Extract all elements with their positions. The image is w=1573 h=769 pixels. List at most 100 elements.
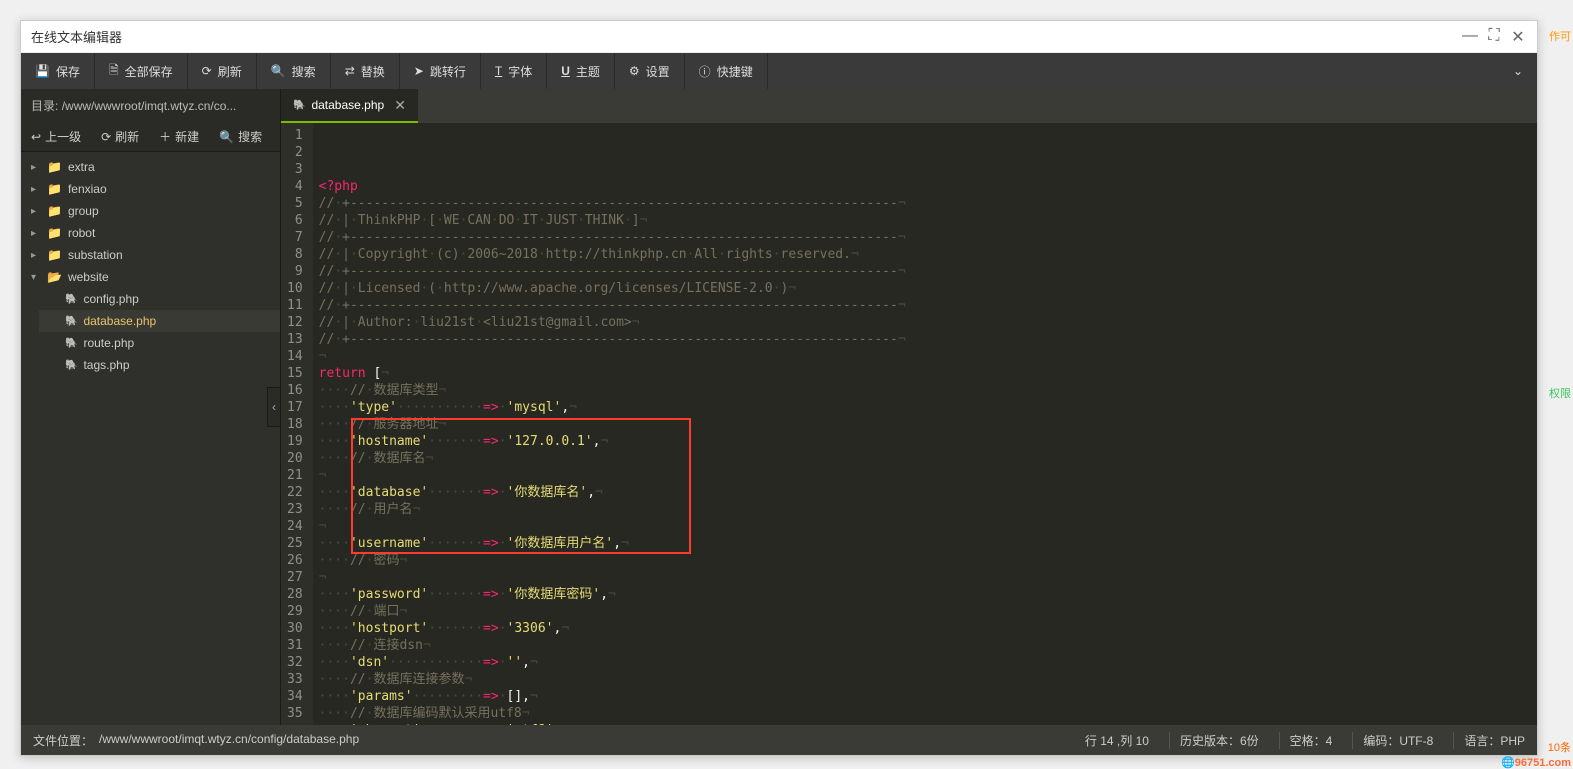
code-line[interactable]: //·+------------------------------------… xyxy=(319,195,1531,212)
code-content[interactable]: <?php//·+-------------------------------… xyxy=(313,123,1537,725)
tree-item-label: robot xyxy=(68,226,95,240)
minimize-button[interactable]: — xyxy=(1461,27,1479,47)
code-line[interactable]: //·+------------------------------------… xyxy=(319,297,1531,314)
file-item[interactable]: 🐘 database.php xyxy=(39,310,280,332)
new-button[interactable]: ＋新建 xyxy=(149,122,209,151)
folder-icon: 📂 xyxy=(47,270,62,284)
file-sidebar: 目录: /www/wwwroot/imqt.wtyz.cn/co... ↩上一级… xyxy=(21,89,281,725)
code-line[interactable]: ····'hostport'·······=>·'3306',¬ xyxy=(319,620,1531,637)
toolbar-collapse-button[interactable]: ⌄ xyxy=(1499,64,1537,78)
code-line[interactable]: //·+------------------------------------… xyxy=(319,263,1531,280)
dir-search-button[interactable]: 🔍搜索 xyxy=(209,122,272,151)
code-line[interactable]: //·|·Author:·liu21st·<liu21st@gmail.com>… xyxy=(319,314,1531,331)
editor-modal: 在线文本编辑器 — ⛶ ✕ 💾保存 🗎全部保存 ⟳刷新 🔍搜索 ⇄替换 ➤跳转行… xyxy=(20,20,1538,756)
search-icon: 🔍 xyxy=(271,64,286,78)
language-setting[interactable]: 语言：PHP xyxy=(1453,732,1525,749)
refresh-button[interactable]: ⟳刷新 xyxy=(188,53,257,89)
tab-database-php[interactable]: 🐘 database.php ✕ xyxy=(281,89,418,123)
code-line[interactable]: //·+------------------------------------… xyxy=(319,331,1531,348)
tree-item-label: database.php xyxy=(83,314,156,328)
code-line[interactable]: //·|·Licensed·(·http://www.apache.org/li… xyxy=(319,280,1531,297)
code-line[interactable]: ····//·服务器地址¬ xyxy=(319,416,1531,433)
refresh-icon: ⟳ xyxy=(202,64,212,78)
tree-item-label: tags.php xyxy=(83,358,129,372)
code-line[interactable]: ····'password'·······=>·'你数据库密码',¬ xyxy=(319,586,1531,603)
save-all-icon: 🗎 xyxy=(109,61,119,82)
folder-item[interactable]: ▸📁fenxiao xyxy=(21,178,280,200)
cursor-position[interactable]: 行 14 ,列 10 xyxy=(1075,732,1149,749)
indent-setting[interactable]: 空格：4 xyxy=(1279,732,1333,749)
tree-item-label: route.php xyxy=(83,336,134,350)
folder-icon: 📁 xyxy=(47,182,62,196)
font-icon: T xyxy=(495,64,502,78)
code-line[interactable]: ····'hostname'·······=>·'127.0.0.1',¬ xyxy=(319,433,1531,450)
status-bar: 文件位置： /www/wwwroot/imqt.wtyz.cn/config/d… xyxy=(21,725,1537,755)
encoding-setting[interactable]: 编码：UTF-8 xyxy=(1352,732,1433,749)
goto-button[interactable]: ➤跳转行 xyxy=(400,53,481,89)
folder-item[interactable]: ▸ 📁 robot xyxy=(21,222,280,244)
file-location-value: /www/wwwroot/imqt.wtyz.cn/config/databas… xyxy=(99,732,359,749)
font-button[interactable]: T字体 xyxy=(481,53,547,89)
up-button[interactable]: ↩上一级 xyxy=(21,122,91,151)
code-line[interactable]: ····'database'·······=>·'你数据库名',¬ xyxy=(319,484,1531,501)
code-editor[interactable]: 1234567891011121314151617181920212223242… xyxy=(281,123,1537,725)
file-item[interactable]: 🐘route.php xyxy=(39,332,280,354)
folder-item[interactable]: ▾📂website xyxy=(21,266,280,288)
file-item[interactable]: 🐘tags.php xyxy=(39,354,280,376)
code-line[interactable]: ····//·数据库类型¬ xyxy=(319,382,1531,399)
tab-close-button[interactable]: ✕ xyxy=(394,97,406,114)
code-line[interactable]: ¬ xyxy=(319,467,1531,484)
code-line[interactable]: ····'charset'········=>·'utf8',¬ xyxy=(319,722,1531,725)
shortcuts-button[interactable]: ⓘ快捷键 xyxy=(685,53,768,89)
directory-toolbar: ↩上一级 ⟳刷新 ＋新建 🔍搜索 xyxy=(21,122,280,152)
folder-item[interactable]: ▸📁extra xyxy=(21,156,280,178)
code-line[interactable]: ····'dsn'············=>·'',¬ xyxy=(319,654,1531,671)
code-line[interactable]: //·|·ThinkPHP·[·WE·CAN·DO·IT·JUST·THINK·… xyxy=(319,212,1531,229)
file-tree[interactable]: ▸📁extra▸📁fenxiao▸📁group▸📁robot▸📁substati… xyxy=(21,152,280,725)
tree-caret-icon: ▸ xyxy=(31,206,41,217)
replace-button[interactable]: ⇄替换 xyxy=(331,53,400,89)
folder-icon: 📁 xyxy=(47,160,62,174)
dir-refresh-button[interactable]: ⟳刷新 xyxy=(91,122,149,151)
code-line[interactable]: ¬ xyxy=(319,348,1531,365)
folder-icon: 📁 xyxy=(47,226,62,240)
code-line[interactable]: ····'username'·······=>·'你数据库用户名',¬ xyxy=(319,535,1531,552)
plus-icon: ＋ xyxy=(159,128,171,145)
close-button[interactable]: ✕ xyxy=(1509,27,1527,47)
code-line[interactable]: //·+------------------------------------… xyxy=(319,229,1531,246)
history-versions[interactable]: 历史版本：6份 xyxy=(1169,732,1259,749)
save-button[interactable]: 💾保存 xyxy=(21,53,95,89)
code-line[interactable]: ····//·用户名¬ xyxy=(319,501,1531,518)
save-all-button[interactable]: 🗎全部保存 xyxy=(95,53,188,89)
file-location-label: 文件位置： xyxy=(33,732,93,749)
code-line[interactable]: //·|·Copyright·(c)·2006~2018·http://thin… xyxy=(319,246,1531,263)
maximize-button[interactable]: ⛶ xyxy=(1485,27,1503,47)
search-button[interactable]: 🔍搜索 xyxy=(257,53,331,89)
tree-caret-icon: ▸ xyxy=(31,184,41,195)
tree-item-label: substation xyxy=(68,248,123,262)
code-line[interactable]: ¬ xyxy=(319,518,1531,535)
code-line[interactable]: ····//·端口¬ xyxy=(319,603,1531,620)
background-sidebar: 作可 权限 10条 xyxy=(1543,0,1573,769)
code-line[interactable]: ····//·数据库名¬ xyxy=(319,450,1531,467)
sidebar-collapse-handle[interactable]: ‹ xyxy=(267,387,281,427)
folder-item[interactable]: ▸📁group xyxy=(21,200,280,222)
file-item[interactable]: 🐘config.php xyxy=(39,288,280,310)
code-line[interactable]: <?php xyxy=(319,178,1531,195)
replace-icon: ⇄ xyxy=(345,64,355,78)
folder-item[interactable]: ▸📁substation xyxy=(21,244,280,266)
code-line[interactable]: ····//·密码¬ xyxy=(319,552,1531,569)
tree-caret-icon: ▸ xyxy=(31,228,41,239)
code-line[interactable]: return [¬ xyxy=(319,365,1531,382)
code-line[interactable]: ····'params'·········=>·[],¬ xyxy=(319,688,1531,705)
code-line[interactable]: ¬ xyxy=(319,569,1531,586)
theme-button[interactable]: U主题 xyxy=(547,53,615,89)
code-line[interactable]: ····//·数据库编码默认采用utf8¬ xyxy=(319,705,1531,722)
code-line[interactable]: ····//·连接dsn¬ xyxy=(319,637,1531,654)
tree-caret-icon: ▸ xyxy=(31,250,41,261)
code-line[interactable]: ····'type'···········=>·'mysql',¬ xyxy=(319,399,1531,416)
arrow-up-icon: ↩ xyxy=(31,130,41,144)
settings-button[interactable]: ⚙设置 xyxy=(615,53,685,89)
code-line[interactable]: ····//·数据库连接参数¬ xyxy=(319,671,1531,688)
php-icon: 🐘 xyxy=(65,316,77,327)
